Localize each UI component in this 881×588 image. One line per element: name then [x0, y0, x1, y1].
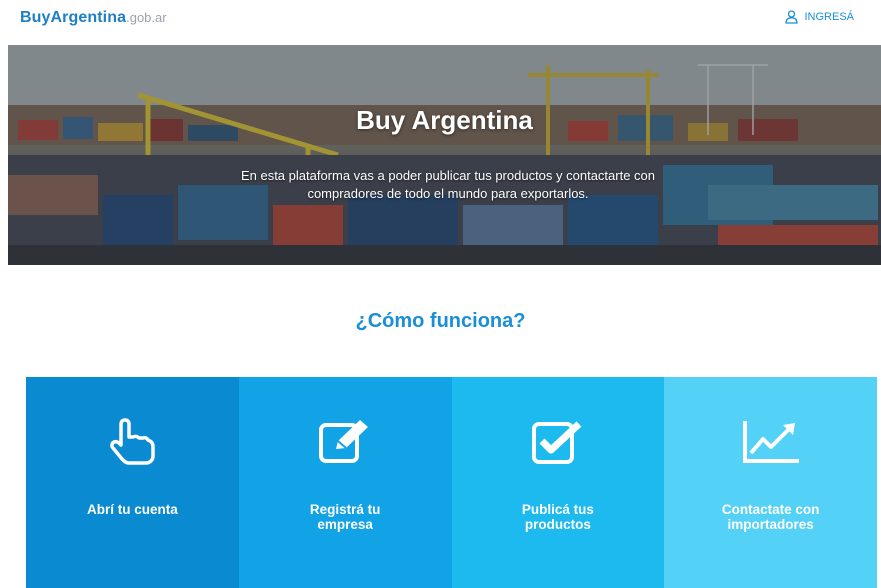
step-register-company[interactable]: Registrá tu empresa	[238, 377, 452, 588]
section-title: ¿Cómo funciona?	[355, 310, 526, 332]
checkbox-icon	[531, 421, 582, 464]
step-label: Registrá tu empresa	[309, 502, 381, 532]
hero-overlay	[8, 45, 881, 265]
edit-icon	[319, 420, 369, 463]
pointer-hand-icon	[110, 418, 156, 465]
step-publish-products[interactable]: Publicá tus productos	[451, 377, 665, 588]
step-label: Abrí tu cuenta	[86, 502, 178, 517]
top-navbar: BuyArgentina.gob.ar INGRESÁ	[0, 0, 881, 40]
hero-banner: Buy Argentina En esta plataforma vas a p…	[8, 45, 881, 265]
hero-subtitle: En esta plataforma vas a poder publicar …	[240, 168, 656, 201]
logo-brand: BuyArgentina	[20, 9, 127, 26]
steps-row: Abrí tu cuenta Registrá tu empresa Publi…	[26, 377, 877, 588]
step-label: Contactate con importadores	[721, 502, 820, 532]
step-label: Publicá tus productos	[521, 502, 594, 532]
login-link[interactable]: INGRESÁ	[785, 10, 854, 24]
site-logo[interactable]: BuyArgentina.gob.ar	[20, 9, 167, 27]
logo-suffix: .gob.ar	[126, 10, 167, 25]
hero-title: Buy Argentina	[356, 105, 533, 135]
step-open-account[interactable]: Abrí tu cuenta	[26, 377, 239, 588]
user-icon	[785, 10, 799, 24]
login-label: INGRESÁ	[804, 11, 854, 23]
step-contact-importers[interactable]: Contactate con importadores	[664, 377, 877, 588]
chart-line-icon	[742, 421, 799, 463]
